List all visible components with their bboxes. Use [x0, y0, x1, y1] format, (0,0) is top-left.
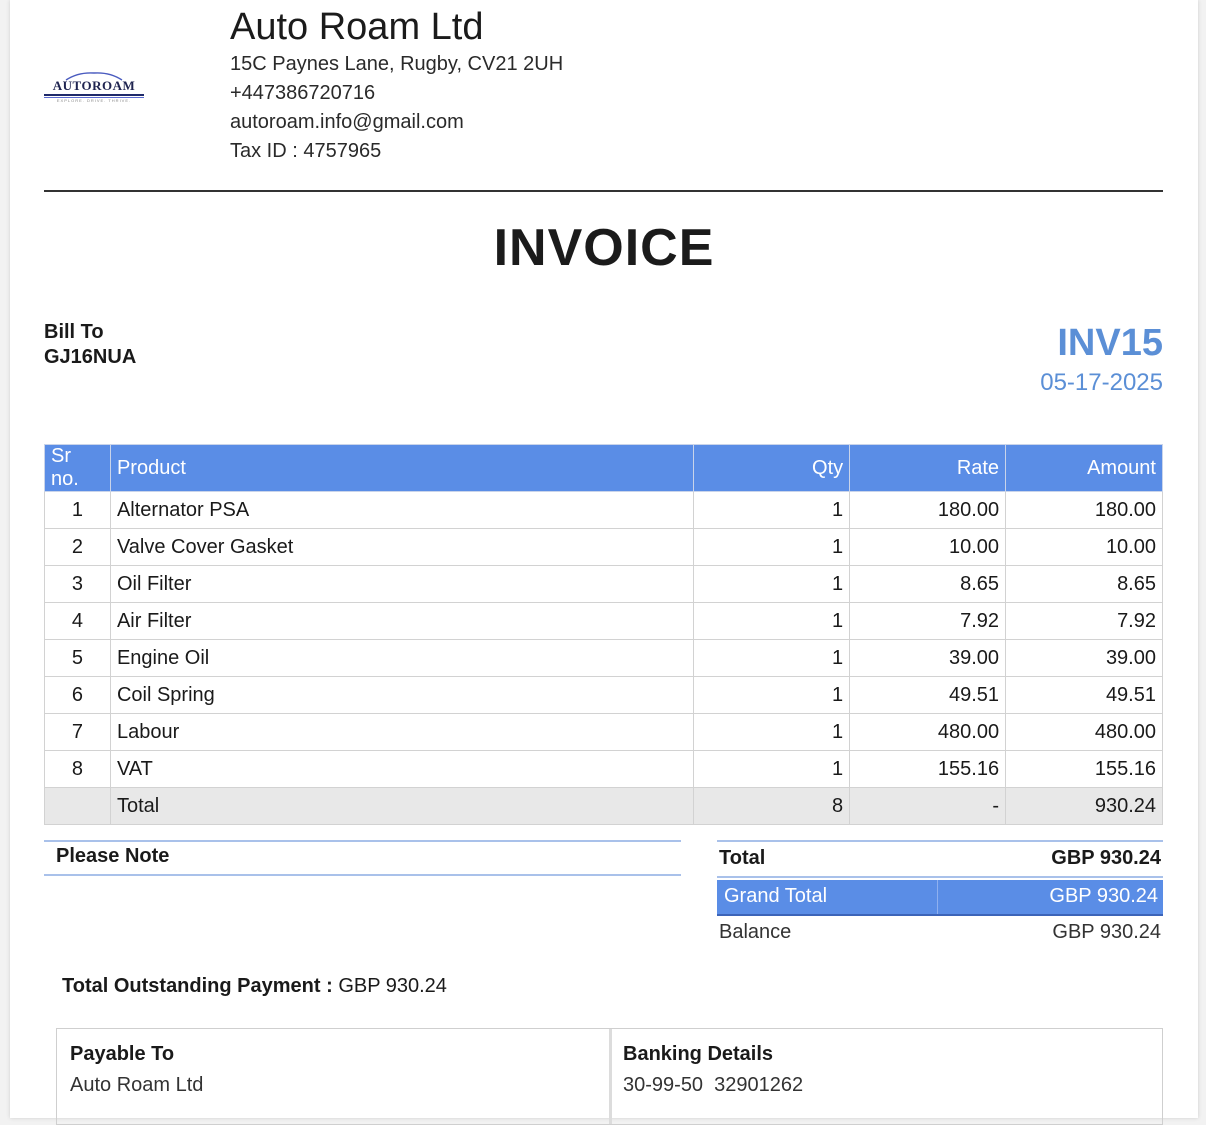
balance-row: Balance GBP 930.24	[717, 916, 1163, 950]
cell-qty: 1	[693, 528, 851, 566]
invoice-page: AUTOROAM EXPLORE. DRIVE. THRIVE. Auto Ro…	[10, 0, 1198, 1125]
cell-rate: 8.65	[849, 565, 1007, 603]
payable-to-section: Payable To Auto Roam Ltd	[70, 1043, 203, 1097]
table-row: 3 Oil Filter 1 8.65 8.65	[44, 565, 1163, 603]
cell-sr: 3	[44, 565, 111, 603]
cell-rate: 49.51	[849, 676, 1007, 714]
page-title: INVOICE	[493, 219, 715, 277]
balance-label: Balance	[719, 921, 792, 943]
banking-details-value: 30-99-50 32901262	[623, 1074, 804, 1096]
col-header-product: Product	[109, 444, 695, 492]
company-name: Auto Roam Ltd	[230, 6, 484, 48]
grand-total-row: Grand Total GBP 930.24	[717, 880, 1163, 916]
cell-amount: 8.65	[1005, 565, 1163, 603]
balance-value: GBP 930.24	[1052, 921, 1161, 943]
grand-total-value: GBP 930.24	[1049, 885, 1158, 907]
total-row-qty: 8	[693, 787, 851, 825]
header-divider	[44, 190, 1163, 192]
table-row: 5 Engine Oil 1 39.00 39.00	[44, 639, 1163, 677]
cell-qty: 1	[693, 750, 851, 788]
cell-product: VAT	[109, 750, 695, 788]
cell-product: Coil Spring	[109, 676, 695, 714]
cell-qty: 1	[693, 602, 851, 640]
company-phone: +447386720716	[230, 82, 376, 104]
summary-total-label: Total	[719, 847, 766, 869]
banking-details-section: Banking Details 30-99-50 32901262	[623, 1043, 803, 1097]
company-tax-id: Tax ID : 4757965	[230, 140, 382, 162]
company-email: autoroam.info@gmail.com	[230, 111, 464, 133]
cell-amount: 180.00	[1005, 491, 1163, 529]
col-header-qty: Qty	[693, 444, 851, 492]
total-row-rate: -	[849, 787, 1007, 825]
table-row: 6 Coil Spring 1 49.51 49.51	[44, 676, 1163, 714]
total-row-amount: 930.24	[1005, 787, 1163, 825]
outstanding-label: Total Outstanding Payment :	[62, 975, 333, 997]
items-table: Sr no. Product Qty Rate Amount 1 Alterna…	[44, 444, 1163, 825]
cell-rate: 39.00	[849, 639, 1007, 677]
cell-qty: 1	[693, 713, 851, 751]
cell-amount: 49.51	[1005, 676, 1163, 714]
banking-details-label: Banking Details	[623, 1043, 774, 1065]
payment-details-box: Payable To Auto Roam Ltd Banking Details…	[56, 1028, 1163, 1125]
cell-amount: 39.00	[1005, 639, 1163, 677]
company-address: 15C Paynes Lane, Rugby, CV21 2UH	[230, 53, 564, 75]
cell-amount: 7.92	[1005, 602, 1163, 640]
cell-product: Oil Filter	[109, 565, 695, 603]
summary-total-value: GBP 930.24	[1051, 847, 1161, 869]
cell-qty: 1	[693, 639, 851, 677]
logo-tagline: EXPLORE. DRIVE. THRIVE.	[56, 98, 132, 103]
cell-product: Engine Oil	[109, 639, 695, 677]
table-row: 1 Alternator PSA 1 180.00 180.00	[44, 491, 1163, 529]
logo-wordmark: AUTOROAM	[52, 78, 136, 93]
total-row-label: Total	[109, 787, 695, 825]
bill-to-label: Bill To	[44, 321, 104, 343]
cell-sr: 8	[44, 750, 111, 788]
invoice-number: INV15	[1057, 322, 1163, 364]
grand-total-label: Grand Total	[724, 885, 828, 907]
payable-to-label: Payable To	[70, 1043, 175, 1065]
cell-product: Labour	[109, 713, 695, 751]
company-logo: AUTOROAM EXPLORE. DRIVE. THRIVE.	[44, 70, 144, 104]
cell-product: Air Filter	[109, 602, 695, 640]
cell-qty: 1	[693, 491, 851, 529]
cell-sr: 6	[44, 676, 111, 714]
summary-total-row: Total GBP 930.24	[717, 840, 1163, 878]
table-header-row: Sr no. Product Qty Rate Amount	[44, 444, 1163, 492]
cell-rate: 480.00	[849, 713, 1007, 751]
cell-amount: 10.00	[1005, 528, 1163, 566]
outstanding-value: GBP 930.24	[338, 975, 447, 997]
col-header-amount: Amount	[1005, 444, 1163, 492]
cell-rate: 7.92	[849, 602, 1007, 640]
table-row: 4 Air Filter 1 7.92 7.92	[44, 602, 1163, 640]
cell-sr: 2	[44, 528, 111, 566]
cell-amount: 480.00	[1005, 713, 1163, 751]
table-row: 8 VAT 1 155.16 155.16	[44, 750, 1163, 788]
col-header-sr: Sr no.	[44, 444, 111, 492]
please-note-section: Please Note	[44, 840, 681, 876]
table-total-row: Total 8 - 930.24	[44, 787, 1163, 825]
invoice-date: 05-17-2025	[1040, 369, 1163, 396]
cell-sr: 5	[44, 639, 111, 677]
col-header-rate: Rate	[849, 444, 1007, 492]
cell-rate: 180.00	[849, 491, 1007, 529]
please-note-label: Please Note	[56, 845, 170, 867]
cell-sr: 4	[44, 602, 111, 640]
cell-sr: 7	[44, 713, 111, 751]
bill-to-value: GJ16NUA	[44, 346, 137, 368]
cell-rate: 155.16	[849, 750, 1007, 788]
cell-qty: 1	[693, 565, 851, 603]
payable-to-value: Auto Roam Ltd	[70, 1074, 204, 1096]
outstanding-payment: Total Outstanding Payment : GBP 930.24	[62, 975, 447, 998]
table-row: 7 Labour 1 480.00 480.00	[44, 713, 1163, 751]
cell-qty: 1	[693, 676, 851, 714]
cell-amount: 155.16	[1005, 750, 1163, 788]
cell-rate: 10.00	[849, 528, 1007, 566]
cell-product: Alternator PSA	[109, 491, 695, 529]
cell-sr: 1	[44, 491, 111, 529]
cell-product: Valve Cover Gasket	[109, 528, 695, 566]
table-row: 2 Valve Cover Gasket 1 10.00 10.00	[44, 528, 1163, 566]
